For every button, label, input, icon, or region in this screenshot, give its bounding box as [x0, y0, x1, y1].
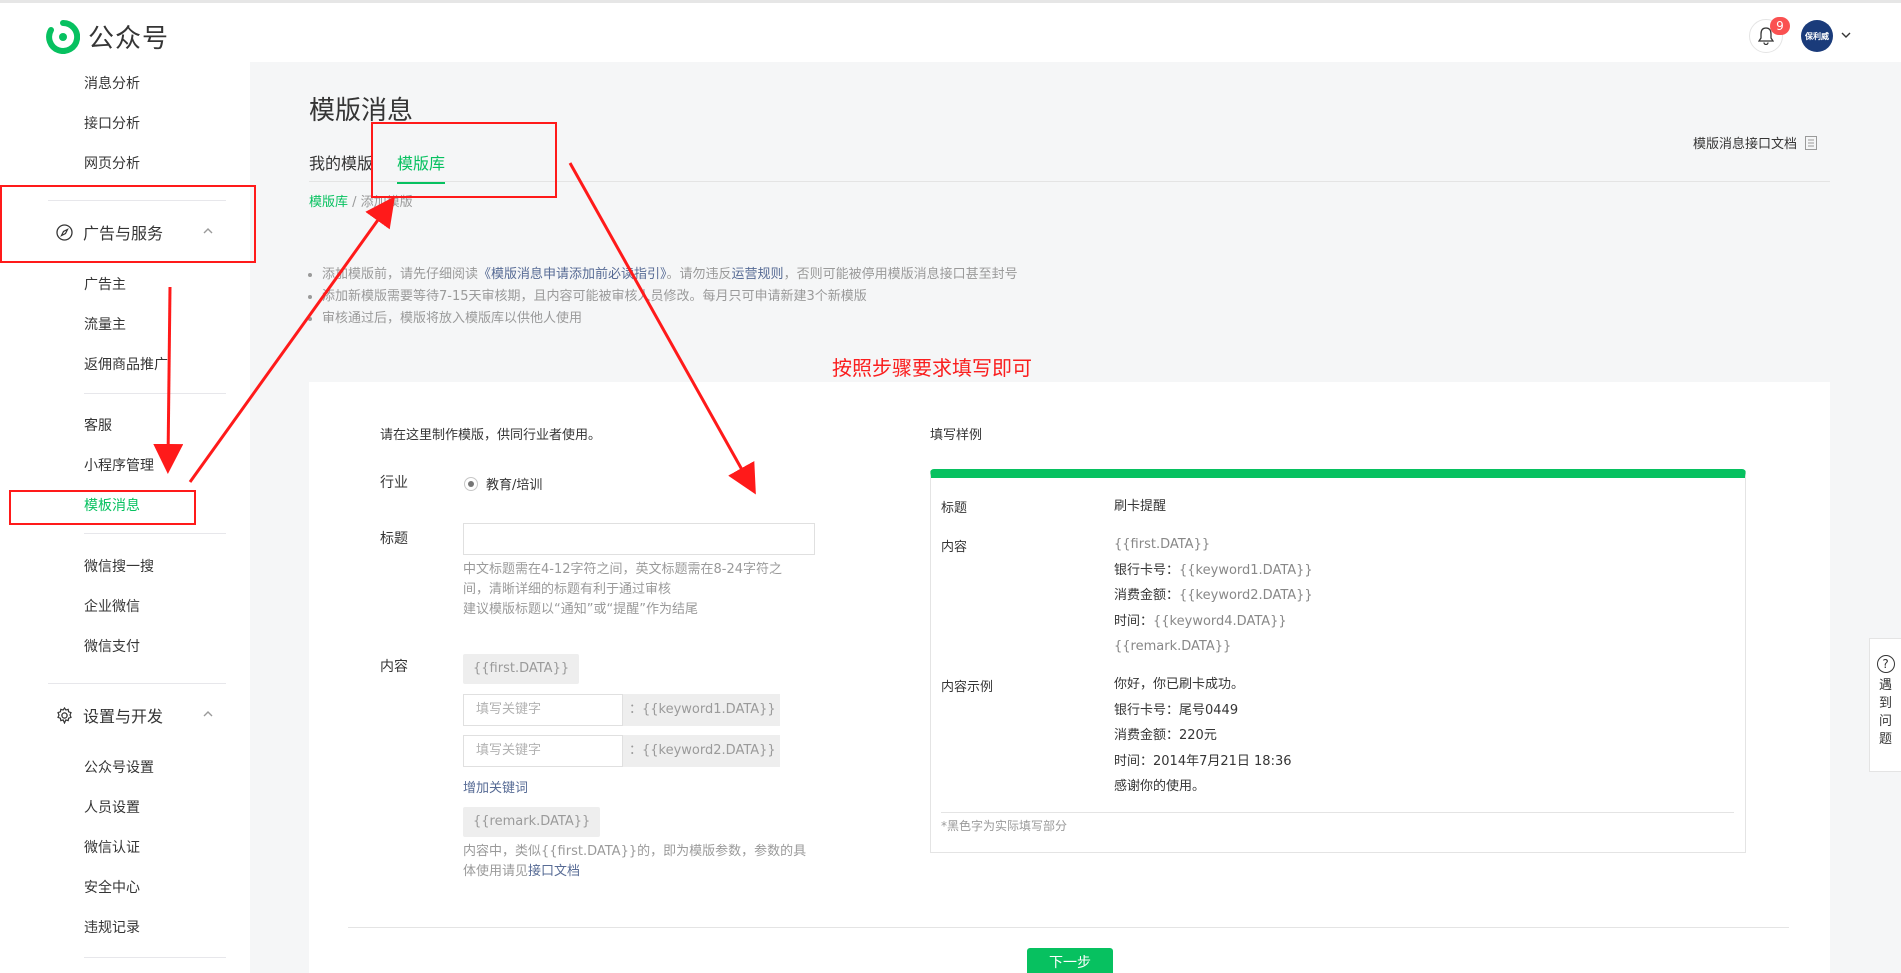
annotation-arrows: [153, 162, 756, 495]
arrow-to-tab: [188, 196, 395, 483]
arrow-to-form: [568, 162, 756, 495]
arrow-down: [153, 286, 184, 474]
